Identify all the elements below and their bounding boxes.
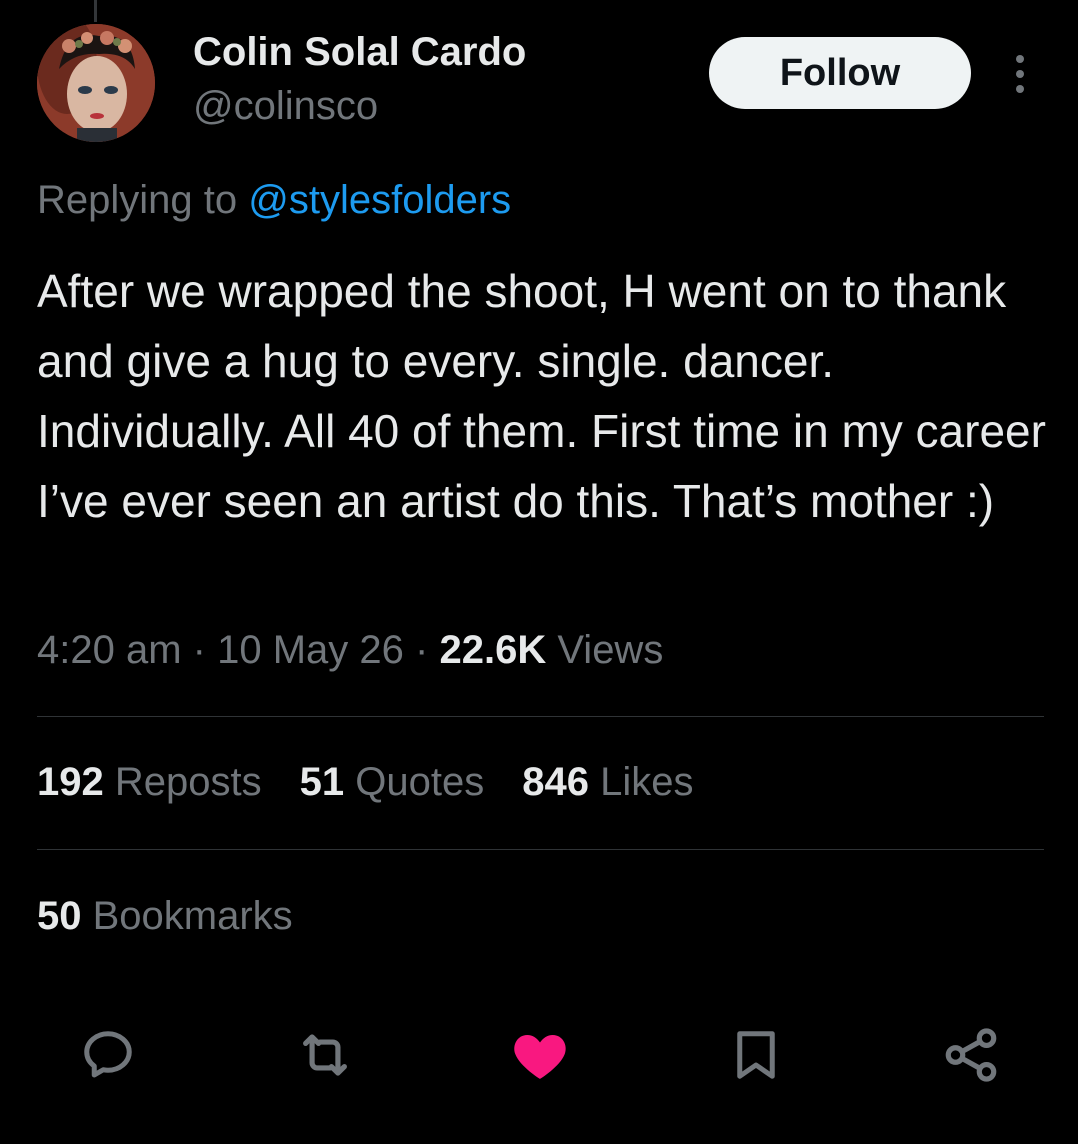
share-button[interactable] [936,1020,1006,1090]
repost-button[interactable] [290,1020,360,1090]
tweet-time[interactable]: 4:20 am [37,628,182,672]
bookmark-icon [737,1031,775,1079]
repost-icon [303,1034,347,1076]
more-options-icon[interactable] [1005,52,1035,96]
reply-mention-link[interactable]: @stylesfolders [248,178,511,222]
tweet-date[interactable]: 10 May 26 [217,628,404,672]
bookmarks-label: Bookmarks [92,894,293,938]
reposts-stat[interactable]: 192 Reposts [37,760,262,805]
replying-to-line: Replying to @stylesfolders [37,178,511,223]
divider [37,849,1044,850]
thread-connector-line [94,0,97,22]
quotes-stat[interactable]: 51 Quotes [300,760,485,805]
engagement-stats: 192 Reposts 51 Quotes 846 Likes [37,760,693,805]
views-count: 22.6K [439,628,547,672]
reposts-count: 192 [37,760,104,804]
tweet-text: After we wrapped the shoot, H went on to… [37,265,1046,527]
bookmarks-count: 50 [37,894,82,938]
share-icon [945,1028,997,1082]
likes-count: 846 [522,760,589,804]
author-display-name[interactable]: Colin Solal Cardo [193,30,526,75]
avatar[interactable] [37,24,155,142]
quotes-count: 51 [299,760,345,804]
like-icon [514,1035,566,1079]
replying-to-label: Replying to [37,178,249,222]
likes-stat[interactable]: 846 Likes [522,760,693,805]
bookmark-button[interactable] [721,1020,791,1090]
likes-label: Likes [600,760,694,804]
follow-button[interactable]: Follow [709,37,971,109]
divider [37,716,1044,717]
reposts-label: Reposts [114,760,262,804]
meta-separator: · [415,628,429,672]
tweet-meta: 4:20 am · 10 May 26 · 22.6K Views [37,628,663,673]
bookmarks-stat[interactable]: 50 Bookmarks [37,894,293,939]
meta-separator: · [192,628,206,672]
like-button[interactable] [505,1020,575,1090]
reply-button[interactable] [73,1020,143,1090]
author-handle[interactable]: @colinsco [193,84,378,129]
quotes-label: Quotes [355,760,485,804]
views-label: Views [557,628,664,672]
reply-icon [84,1031,132,1078]
